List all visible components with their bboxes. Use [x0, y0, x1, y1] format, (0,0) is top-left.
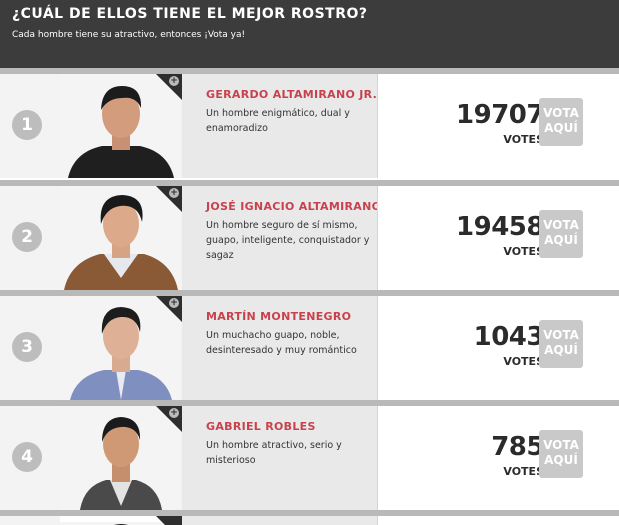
- vote-button[interactable]: VOTA AQUÍ: [539, 430, 583, 478]
- rank-badge: 1: [12, 110, 42, 140]
- rank-cell: 3: [0, 296, 60, 400]
- vote-count: 19707: [456, 100, 544, 130]
- vote-button-line2: AQUÍ: [544, 121, 578, 135]
- rank-cell: 4: [0, 406, 60, 510]
- candidate-description: Un hombre seguro de sí mismo, guapo, int…: [206, 220, 370, 261]
- page-title: ¿CUÁL DE ELLOS TIENE EL MEJOR ROSTRO?: [12, 6, 368, 22]
- candidate-photo[interactable]: +: [60, 186, 182, 290]
- candidate-photo[interactable]: +: [60, 406, 182, 510]
- candidate-row: 4 + GABRIEL ROBLES Un hombre atractivo, …: [0, 406, 619, 510]
- vote-count: 785: [491, 432, 544, 462]
- zoom-plus-icon[interactable]: +: [169, 76, 179, 86]
- candidate-row: 2 + JOSÉ IGNACIO ALTAMIRANO Un hombre se…: [0, 186, 619, 290]
- votes-panel: 785 VOTES VOTA AQUÍ: [377, 406, 619, 510]
- votes-label: VOTES: [503, 465, 544, 478]
- rank-cell: [0, 516, 60, 525]
- candidate-photo[interactable]: +: [60, 296, 182, 400]
- votes-panel: [377, 516, 619, 525]
- candidate-photo[interactable]: +: [60, 74, 182, 178]
- zoom-plus-icon[interactable]: +: [169, 188, 179, 198]
- vote-button[interactable]: VOTA AQUÍ: [539, 98, 583, 146]
- vote-count: 19458: [456, 212, 544, 242]
- candidate-row: 3 + MARTÍN MONTENEGRO Un muchacho guapo,…: [0, 296, 619, 400]
- candidate-description: Un hombre atractivo, serio y misterioso: [206, 440, 342, 466]
- rank-cell: 1: [0, 74, 60, 178]
- rank-badge: 2: [12, 222, 42, 252]
- votes-panel: 19458 VOTES VOTA AQUÍ: [377, 186, 619, 290]
- zoom-plus-icon[interactable]: +: [169, 298, 179, 308]
- vote-button[interactable]: VOTA AQUÍ: [539, 320, 583, 368]
- vote-button[interactable]: VOTA AQUÍ: [539, 210, 583, 258]
- candidate-name: GABRIEL ROBLES: [206, 420, 316, 433]
- votes-panel: 19707 VOTES VOTA AQUÍ: [377, 74, 619, 178]
- candidate-row: 1 + GERARDO ALTAMIRANO JR. Un hombre eni…: [0, 74, 619, 178]
- candidate-description: Un muchacho guapo, noble, desinteresado …: [206, 330, 357, 356]
- candidate-row-partial: [0, 516, 619, 525]
- photo-corner: [156, 516, 182, 525]
- vote-button-line1: VOTA: [543, 328, 579, 342]
- vote-count: 1043: [473, 322, 545, 352]
- candidate-name: JOSÉ IGNACIO ALTAMIRANO: [206, 200, 382, 213]
- candidate-info: GABRIEL ROBLES Un hombre atractivo, seri…: [182, 406, 377, 510]
- candidate-info: MARTÍN MONTENEGRO Un muchacho guapo, nob…: [182, 296, 377, 400]
- page-header: ¿CUÁL DE ELLOS TIENE EL MEJOR ROSTRO? Ca…: [0, 0, 619, 68]
- rank-badge: 4: [12, 442, 42, 472]
- zoom-plus-icon[interactable]: +: [169, 408, 179, 418]
- vote-button-line2: AQUÍ: [544, 453, 578, 467]
- votes-panel: 1043 VOTES VOTA AQUÍ: [377, 296, 619, 400]
- vote-button-line1: VOTA: [543, 438, 579, 452]
- candidate-info: JOSÉ IGNACIO ALTAMIRANO Un hombre seguro…: [182, 186, 381, 290]
- vote-button-line2: AQUÍ: [544, 233, 578, 247]
- candidate-info: GERARDO ALTAMIRANO JR. Un hombre enigmát…: [182, 74, 377, 178]
- rank-badge: 3: [12, 332, 42, 362]
- vote-button-line2: AQUÍ: [544, 343, 578, 357]
- vote-button-line1: VOTA: [543, 218, 579, 232]
- votes-label: VOTES: [503, 245, 544, 258]
- rank-cell: 2: [0, 186, 60, 290]
- candidate-name: MARTÍN MONTENEGRO: [206, 310, 352, 323]
- votes-label: VOTES: [503, 133, 544, 146]
- votes-label: VOTES: [503, 355, 544, 368]
- candidate-photo[interactable]: [60, 516, 182, 525]
- vote-button-line1: VOTA: [543, 106, 579, 120]
- candidate-name: GERARDO ALTAMIRANO JR.: [206, 88, 378, 101]
- candidate-info: [182, 516, 377, 525]
- page-subtitle: Cada hombre tiene su atractivo, entonces…: [12, 30, 246, 40]
- candidate-description: Un hombre enigmático, dual y enamoradizo: [206, 108, 350, 134]
